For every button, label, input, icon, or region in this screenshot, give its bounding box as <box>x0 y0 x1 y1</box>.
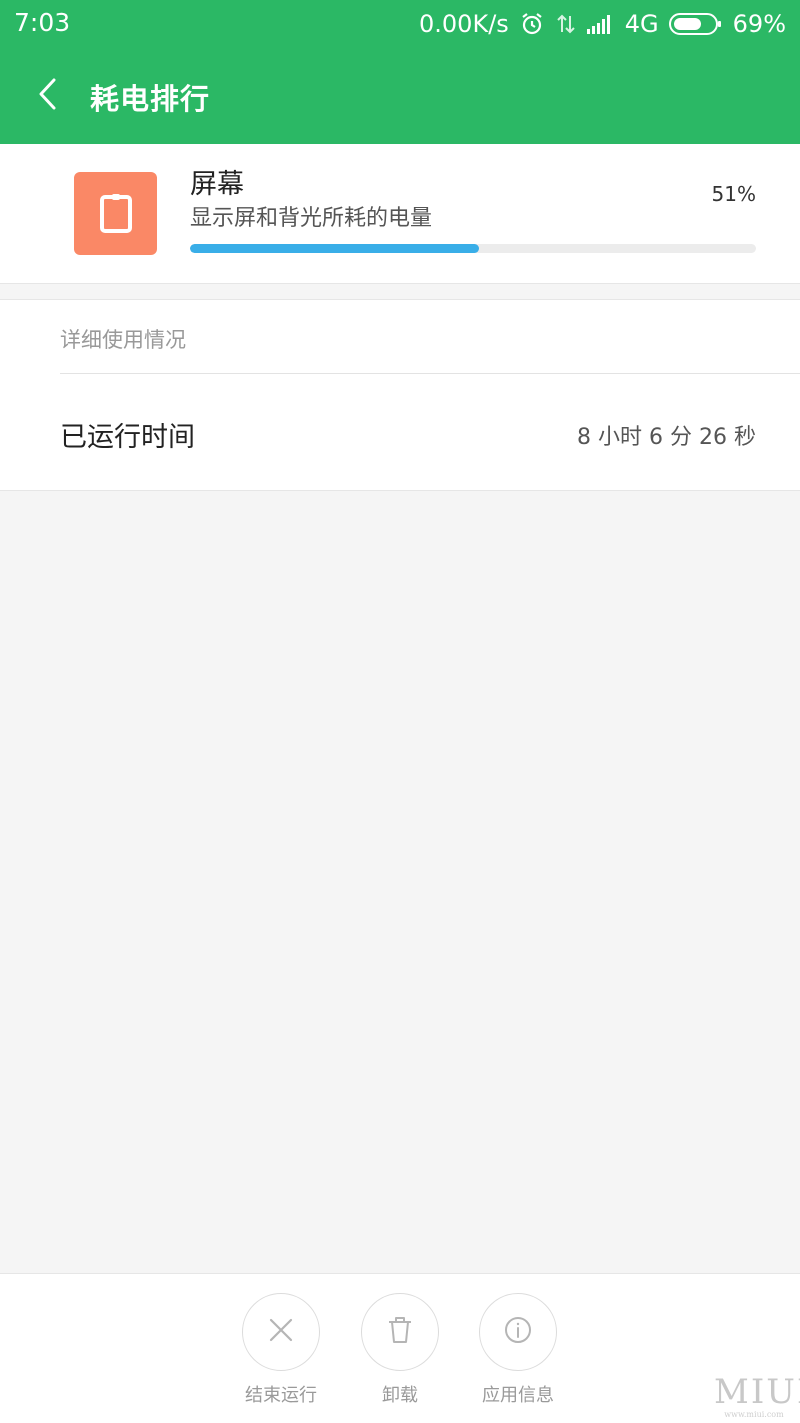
runtime-label: 已运行时间 <box>60 422 195 453</box>
divider <box>60 373 800 374</box>
item-description: 显示屏和背光所耗的电量 <box>190 206 433 231</box>
data-transfer-icon <box>555 12 577 36</box>
signal-icon <box>586 14 615 34</box>
item-title: 屏幕 <box>190 169 244 200</box>
app-summary-card: 屏幕 显示屏和背光所耗的电量 51% <box>0 144 800 284</box>
watermark-url: www.miui.com <box>724 1410 784 1419</box>
uninstall-button[interactable]: 卸载 <box>340 1293 460 1407</box>
section-header: 详细使用情况 <box>60 328 186 352</box>
status-indicators: 0.00K/s 4G 69% <box>419 8 786 40</box>
app-info-button[interactable]: 应用信息 <box>458 1293 578 1407</box>
network-type: 4G <box>624 10 659 38</box>
app-info-button-circle[interactable] <box>479 1293 557 1371</box>
stop-button[interactable]: 结束运行 <box>221 1293 341 1407</box>
app-bar: 耗电排行 <box>0 48 800 144</box>
status-bar: 7:03 0.00K/s 4G 69% <box>0 0 800 48</box>
bottom-action-bar: 结束运行 卸载 应用信息 MIUI <box>0 1273 800 1423</box>
miui-watermark: MIUI www.miui.com <box>714 1372 800 1419</box>
alarm-icon <box>519 11 545 37</box>
stop-button-label: 结束运行 <box>245 1385 317 1406</box>
usage-progress-bar <box>190 244 756 253</box>
uninstall-button-label: 卸载 <box>382 1385 418 1406</box>
runtime-value: 8 小时 6 分 26 秒 <box>577 425 756 450</box>
battery-icon <box>668 12 723 36</box>
details-section: 详细使用情况 已运行时间 8 小时 6 分 26 秒 <box>0 299 800 491</box>
info-icon <box>503 1315 533 1349</box>
stop-button-circle[interactable] <box>242 1293 320 1371</box>
usage-percent: 51% <box>711 182 756 206</box>
watermark-text: MIUI <box>714 1372 800 1412</box>
screen-icon <box>74 172 157 255</box>
usage-progress-fill <box>190 244 479 253</box>
uninstall-button-circle[interactable] <box>361 1293 439 1371</box>
net-speed: 0.00K/s <box>419 10 509 38</box>
back-button[interactable] <box>24 68 72 124</box>
close-icon <box>267 1316 295 1348</box>
app-info-button-label: 应用信息 <box>482 1385 554 1406</box>
page-title: 耗电排行 <box>90 82 211 116</box>
chevron-left-icon <box>36 76 60 116</box>
battery-percent: 69% <box>732 10 786 38</box>
status-time: 7:03 <box>14 8 71 37</box>
trash-icon <box>385 1315 415 1349</box>
